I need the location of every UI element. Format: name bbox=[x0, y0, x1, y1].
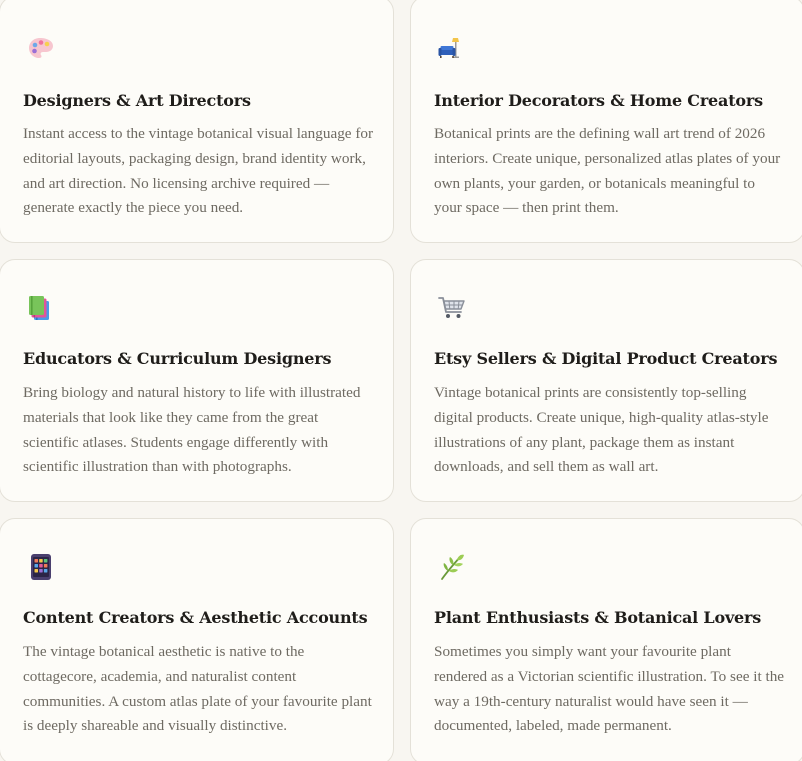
audience-card-interior-decorators: Interior Decorators & Home Creators Bota… bbox=[410, 0, 802, 243]
audience-card-educators: Educators & Curriculum Designers Bring b… bbox=[0, 259, 394, 502]
card-description: Instant access to the vintage botanical … bbox=[23, 125, 374, 217]
card-title: Educators & Curriculum Designers bbox=[23, 349, 332, 368]
card-description: Botanical prints are the defining wall a… bbox=[434, 125, 781, 217]
card-description: Sometimes you simply want your favourite… bbox=[434, 643, 785, 735]
couch-and-lamp-icon bbox=[437, 34, 467, 64]
card-description: Bring biology and natural history to lif… bbox=[23, 384, 361, 476]
audience-card-designers: Designers & Art Directors Instant access… bbox=[0, 0, 394, 243]
card-title: Interior Decorators & Home Creators bbox=[434, 91, 763, 110]
card-title: Etsy Sellers & Digital Product Creators bbox=[434, 349, 778, 368]
herb-icon bbox=[437, 552, 467, 582]
books-icon bbox=[26, 293, 56, 323]
mobile-phone-icon bbox=[26, 552, 56, 582]
card-description: Vintage botanical prints are consistentl… bbox=[434, 384, 769, 476]
artist-palette-icon bbox=[26, 34, 56, 64]
audience-card-content-creators: Content Creators & Aesthetic Accounts Th… bbox=[0, 518, 394, 761]
audience-card-plant-enthusiasts: Plant Enthusiasts & Botanical Lovers Som… bbox=[410, 518, 802, 761]
card-title: Content Creators & Aesthetic Accounts bbox=[23, 608, 368, 627]
card-title: Plant Enthusiasts & Botanical Lovers bbox=[434, 608, 762, 627]
shopping-cart-icon bbox=[437, 293, 467, 323]
audience-card-grid: Designers & Art Directors Instant access… bbox=[0, 0, 802, 761]
card-title: Designers & Art Directors bbox=[23, 91, 251, 110]
card-description: The vintage botanical aesthetic is nativ… bbox=[23, 643, 372, 735]
audience-card-etsy-sellers: Etsy Sellers & Digital Product Creators … bbox=[410, 259, 802, 502]
